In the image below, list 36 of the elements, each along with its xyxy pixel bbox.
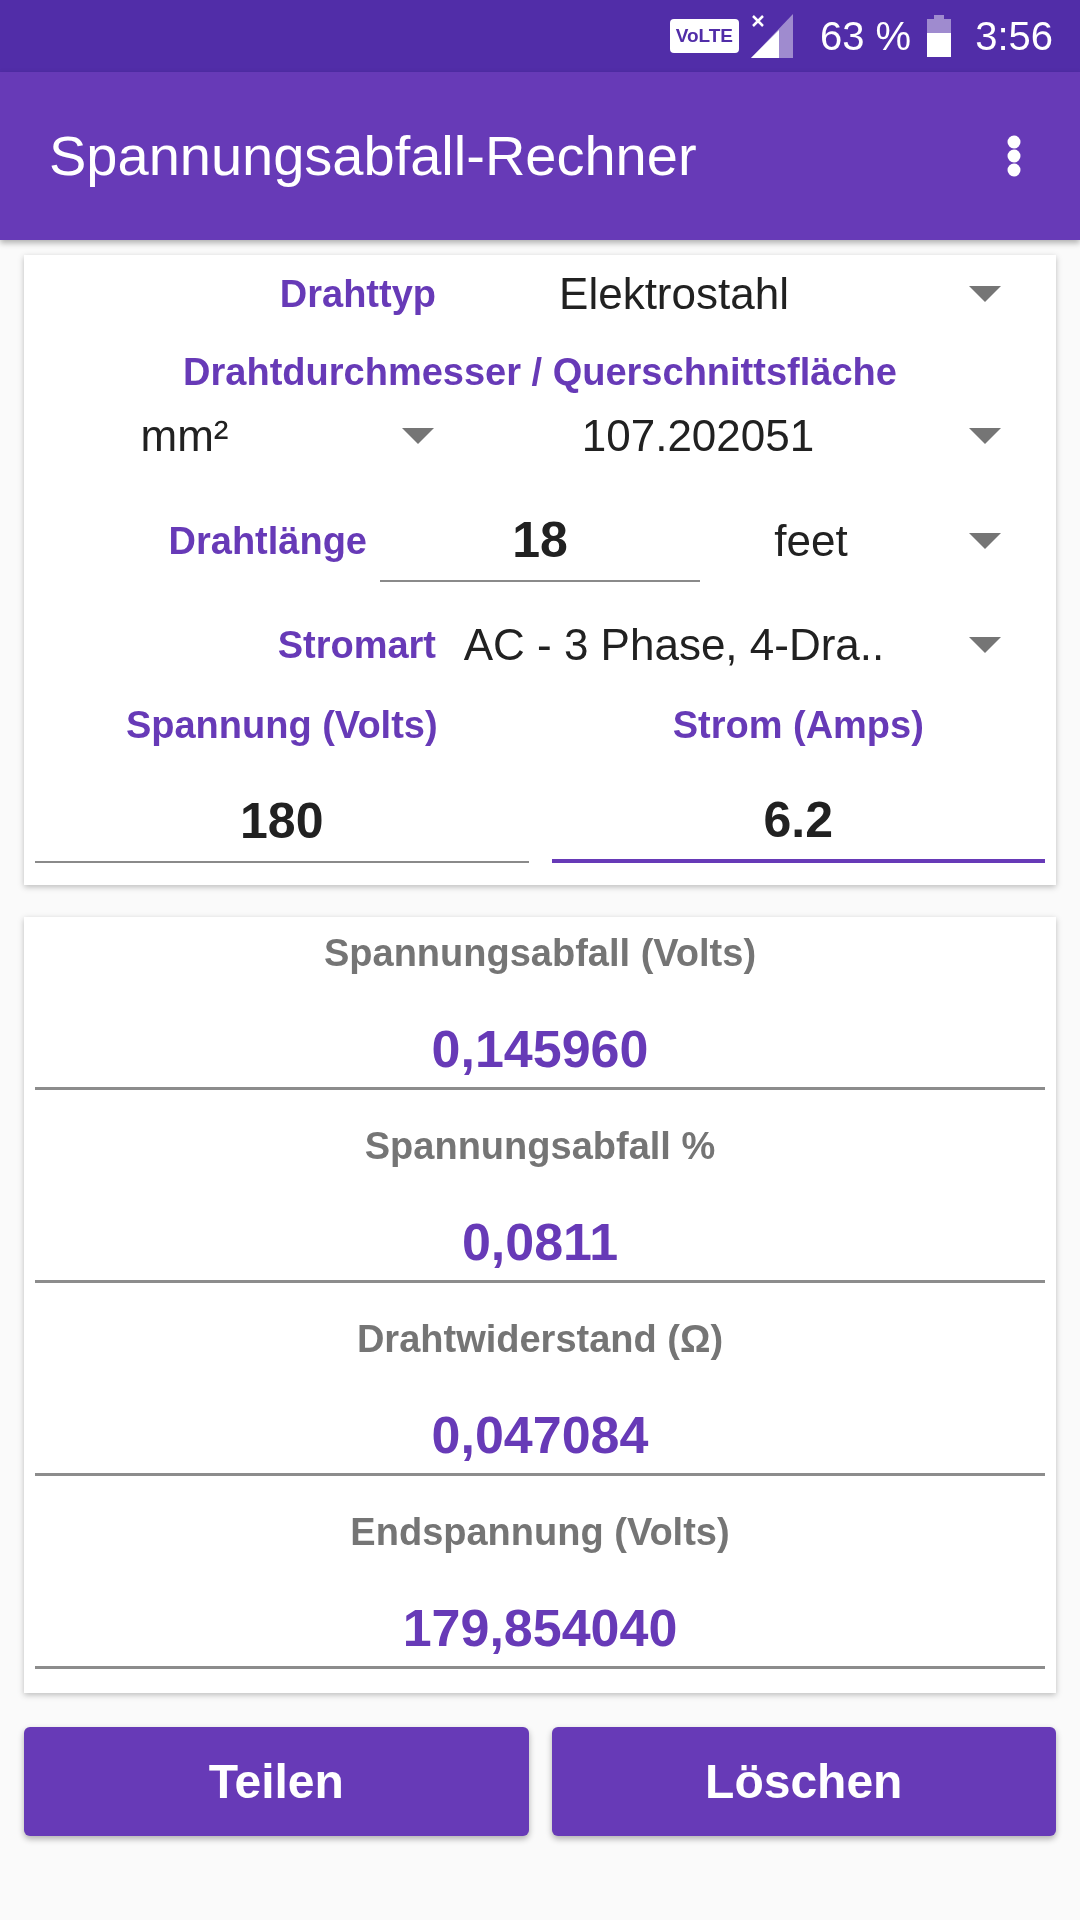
caret-icon xyxy=(402,428,434,444)
signal-icon xyxy=(750,14,793,58)
result-value: 0,145960 xyxy=(431,1020,649,1078)
caret-icon xyxy=(969,637,1001,653)
size-dropdown[interactable]: 107.202051 xyxy=(551,406,1010,466)
result-value: 179,854040 xyxy=(402,1599,678,1657)
action-button[interactable]: Löschen xyxy=(551,1727,1056,1836)
app-title: Spannungsabfall-Rechner xyxy=(49,123,697,189)
wire-type-dropdown[interactable]: Elektrostahl xyxy=(452,264,1010,324)
result-value: 0,0811 xyxy=(461,1213,619,1271)
result-label: Spannungsabfall (Volts) xyxy=(323,931,757,975)
battery-icon xyxy=(927,15,952,57)
result-label: Drahtwiderstand (Ω) xyxy=(356,1317,724,1361)
caret-icon xyxy=(969,286,1001,302)
clock-time: 3:56 xyxy=(975,13,1053,60)
length-input-field[interactable]: 18 xyxy=(380,500,700,582)
result-value: 0,047084 xyxy=(431,1406,649,1464)
result-label: Endspannung (Volts) xyxy=(350,1510,730,1554)
unit-dropdown[interactable]: mm² xyxy=(35,406,450,466)
caret-icon xyxy=(969,428,1001,444)
overflow-menu-icon[interactable] xyxy=(1007,135,1021,177)
battery-percentage: 63 % xyxy=(819,13,912,60)
field-label: Spannung (Volts) xyxy=(125,703,438,747)
field-label: Stromart xyxy=(277,623,436,667)
section-heading: Drahtdurchmesser / Querschnittsfläche xyxy=(183,350,897,394)
volte-indicator: VoLTE xyxy=(669,19,739,53)
current-type-dropdown[interactable]: AC - 3 Phase, 4-Dra.. xyxy=(452,615,1010,675)
length-unit-dropdown[interactable]: feet xyxy=(720,511,1010,571)
result-label: Spannungsabfall % xyxy=(364,1124,716,1168)
voltage-input-field[interactable]: 180 xyxy=(35,780,529,863)
field-label: Drahtlänge xyxy=(168,519,367,563)
field-label: Strom (Amps) xyxy=(672,703,924,747)
action-button[interactable]: Teilen xyxy=(24,1727,529,1836)
caret-icon xyxy=(969,533,1001,549)
field-label: Drahttyp xyxy=(279,272,436,316)
current-input-field[interactable]: 6.2 xyxy=(551,780,1045,863)
